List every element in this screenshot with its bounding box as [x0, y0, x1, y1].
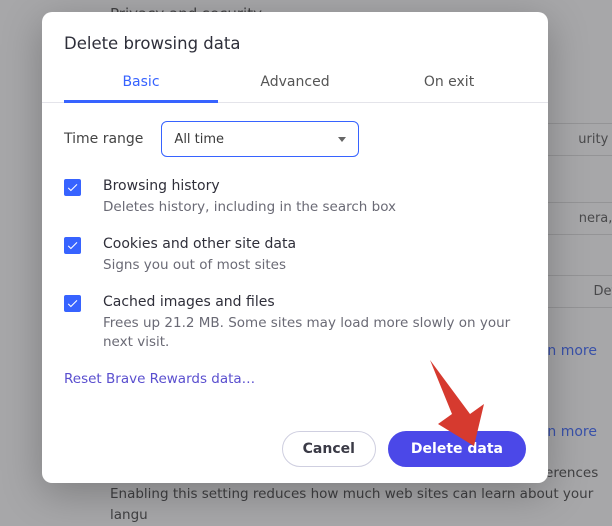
cancel-button[interactable]: Cancel: [282, 431, 376, 467]
check-icon: [66, 181, 79, 194]
item-title: Cookies and other site data: [103, 235, 296, 255]
chevron-down-icon: [338, 137, 346, 142]
delete-data-button[interactable]: Delete data: [388, 431, 526, 467]
list-item: Cookies and other site data Signs you ou…: [64, 235, 526, 275]
checkbox-cookies[interactable]: [64, 237, 81, 254]
checkbox-cache[interactable]: [64, 295, 81, 312]
data-type-list: Browsing history Deletes history, includ…: [64, 177, 526, 353]
tab-basic[interactable]: Basic: [64, 65, 218, 103]
item-title: Browsing history: [103, 177, 396, 197]
list-item: Cached images and files Frees up 21.2 MB…: [64, 293, 526, 353]
check-icon: [66, 297, 79, 310]
tabs: Basic Advanced On exit: [42, 65, 548, 103]
tab-advanced[interactable]: Advanced: [218, 65, 372, 102]
item-desc: Frees up 21.2 MB. Some sites may load mo…: [103, 314, 526, 353]
checkbox-browsing-history[interactable]: [64, 179, 81, 196]
time-range-row: Time range All time: [64, 121, 526, 157]
tab-on-exit[interactable]: On exit: [372, 65, 526, 102]
time-range-value: All time: [174, 132, 224, 147]
time-range-select[interactable]: All time: [161, 121, 359, 157]
item-desc: Deletes history, including in the search…: [103, 198, 396, 218]
dialog-footer: Cancel Delete data: [64, 419, 526, 467]
list-item: Browsing history Deletes history, includ…: [64, 177, 526, 217]
reset-rewards-link[interactable]: Reset Brave Rewards data…: [64, 371, 526, 387]
dialog-title: Delete browsing data: [64, 34, 526, 53]
delete-browsing-data-dialog: Delete browsing data Basic Advanced On e…: [42, 12, 548, 483]
check-icon: [66, 239, 79, 252]
time-range-label: Time range: [64, 131, 143, 147]
item-title: Cached images and files: [103, 293, 526, 313]
item-desc: Signs you out of most sites: [103, 256, 296, 276]
